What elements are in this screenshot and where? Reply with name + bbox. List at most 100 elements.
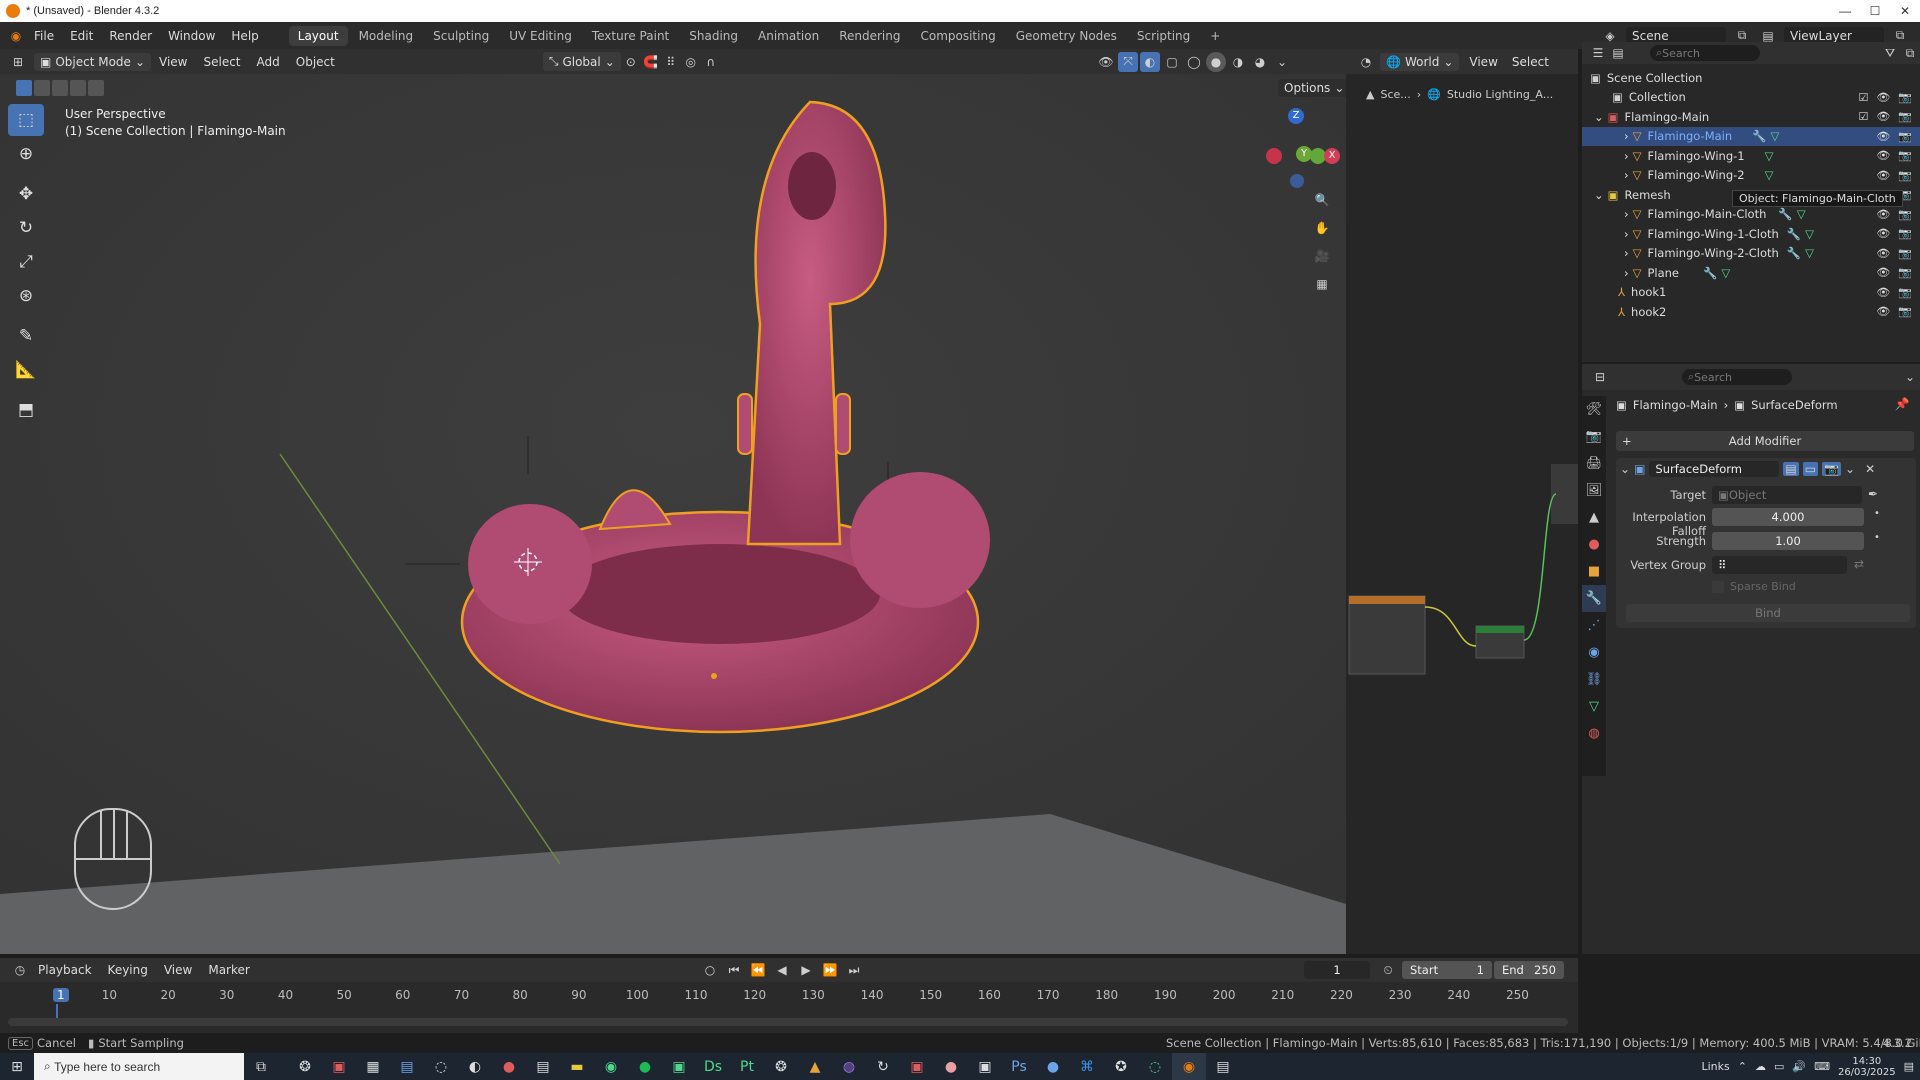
menu-file[interactable]: File: [26, 29, 62, 43]
falloff-icon[interactable]: ∩: [701, 52, 721, 72]
select-mode-subtract-icon[interactable]: [52, 80, 68, 96]
world-selector[interactable]: 🌐 World ⌄: [1380, 52, 1460, 71]
invert-arrows-icon[interactable]: ⇄: [1854, 557, 1864, 571]
mesh-data-icon[interactable]: ▽: [1765, 149, 1774, 163]
windows-start-icon[interactable]: ⊞: [0, 1053, 34, 1080]
modifier-wrench-icon[interactable]: 🔧: [1787, 246, 1801, 260]
bind-button[interactable]: Bind: [1626, 604, 1910, 622]
new-collection-icon[interactable]: ⧉: [1900, 43, 1920, 63]
mesh-data-icon[interactable]: ▽: [1805, 246, 1814, 260]
gizmo-z-axis[interactable]: Z: [1288, 108, 1304, 124]
camera-icon[interactable]: 📷: [1898, 149, 1912, 162]
tool-tab-icon[interactable]: 🛠: [1582, 396, 1606, 423]
app-icon[interactable]: ●: [1036, 1053, 1070, 1080]
camera-icon[interactable]: 📷: [1898, 227, 1912, 240]
file-explorer-icon[interactable]: ▬: [560, 1053, 594, 1080]
physics-tab-icon[interactable]: ◉: [1582, 639, 1606, 666]
select-mode-invert-icon[interactable]: [70, 80, 86, 96]
workspace-tab[interactable]: Scripting: [1128, 26, 1199, 46]
keyframe-dot-icon[interactable]: •: [1874, 532, 1880, 543]
eye-icon[interactable]: 👁: [1876, 149, 1890, 162]
material-shading-icon[interactable]: ◑: [1228, 52, 1248, 72]
workspace-tab[interactable]: Layout: [288, 25, 348, 46]
mesh-data-icon[interactable]: ▽: [1805, 227, 1814, 241]
add-cube-tool-icon[interactable]: ⬒: [8, 394, 44, 426]
eye-icon[interactable]: 👁: [1876, 110, 1890, 123]
eye-icon[interactable]: 👁: [1876, 227, 1890, 240]
modifier-name-field[interactable]: SurfaceDeform: [1649, 461, 1780, 477]
world-editor-type-icon[interactable]: ◔: [1356, 52, 1376, 72]
transform-tool-icon[interactable]: ⊛: [8, 280, 44, 312]
outliner-row-plane[interactable]: › ▽ Plane 🔧 ▽ 👁 📷: [1582, 263, 1920, 283]
expand-arrow-icon[interactable]: ⌄: [1594, 110, 1604, 124]
particles-tab-icon[interactable]: ⋰: [1582, 612, 1606, 639]
gizmo-toggle-icon[interactable]: ⤧: [1118, 51, 1138, 72]
solid-shading-icon[interactable]: ●: [1206, 51, 1226, 72]
outliner-row-flamingo-wing-2-cloth[interactable]: › ▽ Flamingo-Wing-2-Cloth 🔧 ▽ 👁 📷: [1582, 244, 1920, 264]
cloud-icon[interactable]: ☁: [1755, 1060, 1766, 1073]
workspace-tab[interactable]: UV Editing: [500, 26, 581, 46]
app-icon[interactable]: ◌: [424, 1053, 458, 1080]
eye-icon[interactable]: 👁: [1876, 266, 1890, 279]
workspace-tab[interactable]: Sculpting: [424, 26, 498, 46]
pin-icon[interactable]: 📌: [1892, 394, 1912, 414]
remove-modifier-icon[interactable]: ✕: [1865, 462, 1875, 476]
camera-icon[interactable]: 📷: [1898, 208, 1912, 221]
outliner-row-hook2[interactable]: ⅄ hook2 👁 📷: [1582, 302, 1920, 322]
menu-window[interactable]: Window: [160, 29, 223, 43]
wechat-app-icon[interactable]: ◌: [1138, 1053, 1172, 1080]
eye-icon[interactable]: 👁: [1876, 305, 1890, 318]
eye-icon[interactable]: 👁: [1876, 130, 1890, 143]
viewport-menu-add[interactable]: Add: [249, 55, 288, 69]
camera-icon[interactable]: 📷: [1898, 91, 1912, 104]
annotate-tool-icon[interactable]: ✎: [8, 320, 44, 352]
mesh-data-icon[interactable]: ▽: [1765, 168, 1774, 182]
mesh-data-icon[interactable]: ▽: [1721, 266, 1730, 280]
outliner-row-flamingo-wing-2[interactable]: › ▽ Flamingo-Wing-2 ▽ 👁 📷: [1582, 166, 1920, 186]
outliner-row-flamingo-main-cloth[interactable]: › ▽ Flamingo-Main-Cloth 🔧 ▽ 👁 📷: [1582, 205, 1920, 225]
app-icon[interactable]: ▣: [968, 1053, 1002, 1080]
tray-chevron-icon[interactable]: ⌃: [1738, 1060, 1747, 1073]
app-icon[interactable]: ❂: [764, 1053, 798, 1080]
outliner-row-flamingo-wing-1[interactable]: › ▽ Flamingo-Wing-1 ▽ 👁 📷: [1582, 146, 1920, 166]
expand-arrow-icon[interactable]: ›: [1624, 207, 1629, 221]
workspace-tab[interactable]: Animation: [749, 26, 828, 46]
snap-target-icon[interactable]: ⠿: [661, 52, 681, 72]
viewport-menu-object[interactable]: Object: [288, 55, 343, 69]
zoom-icon[interactable]: 🔍: [1312, 190, 1332, 210]
select-mode-intersect-icon[interactable]: [88, 80, 104, 96]
eye-icon[interactable]: 👁: [1876, 208, 1890, 221]
wireframe-shading-icon[interactable]: ◯: [1184, 52, 1204, 72]
eyedropper-icon[interactable]: ✒: [1868, 487, 1878, 501]
close-button[interactable]: ✕: [1890, 0, 1920, 22]
substance-painter-icon[interactable]: Pt: [730, 1053, 764, 1080]
gizmo-neg-z-axis[interactable]: [1290, 174, 1304, 188]
playhead-line[interactable]: [56, 1004, 58, 1018]
expand-arrow-icon[interactable]: ›: [1624, 168, 1629, 182]
object-tab-icon[interactable]: ■: [1582, 558, 1606, 585]
menu-edit[interactable]: Edit: [62, 29, 101, 43]
view-layer-tab-icon[interactable]: 🖼: [1582, 477, 1606, 504]
keyboard-icon[interactable]: ⌨: [1814, 1060, 1830, 1073]
visibility-icon[interactable]: 👁: [1096, 52, 1116, 72]
menu-help[interactable]: Help: [223, 29, 266, 43]
outliner-row-scene-collection[interactable]: ▣ Scene Collection: [1582, 68, 1920, 88]
3d-viewport[interactable]: User Perspective (1) Scene Collection | …: [0, 74, 1346, 954]
camera-icon[interactable]: 📷: [1898, 169, 1912, 182]
outliner-row-flamingo-main[interactable]: › ▽ Flamingo-Main 🔧 ▽ 👁 📷: [1582, 126, 1920, 146]
vertex-group-field[interactable]: ⠿: [1712, 556, 1847, 574]
strength-field[interactable]: 1.00: [1712, 532, 1864, 550]
calendar-app-icon[interactable]: ▦: [356, 1053, 390, 1080]
expand-arrow-icon[interactable]: ›: [1624, 266, 1629, 280]
render-tab-icon[interactable]: 📷: [1582, 423, 1606, 450]
expand-arrow-icon[interactable]: ›: [1624, 129, 1629, 143]
workspace-tab[interactable]: Texture Paint: [583, 26, 678, 46]
viewport-menu-select[interactable]: Select: [195, 55, 248, 69]
expand-arrow-icon[interactable]: ⌄: [1594, 188, 1604, 202]
node-editor[interactable]: ▲ Sce... › 🌐 Studio Lighting_A...: [1346, 74, 1578, 954]
cursor-tool-icon[interactable]: ⊕: [8, 138, 44, 170]
expand-arrow-icon[interactable]: ›: [1624, 246, 1629, 260]
measure-tool-icon[interactable]: 📐: [8, 354, 44, 386]
gizmo-neg-x-axis[interactable]: [1266, 148, 1282, 164]
eye-icon[interactable]: 👁: [1876, 169, 1890, 182]
